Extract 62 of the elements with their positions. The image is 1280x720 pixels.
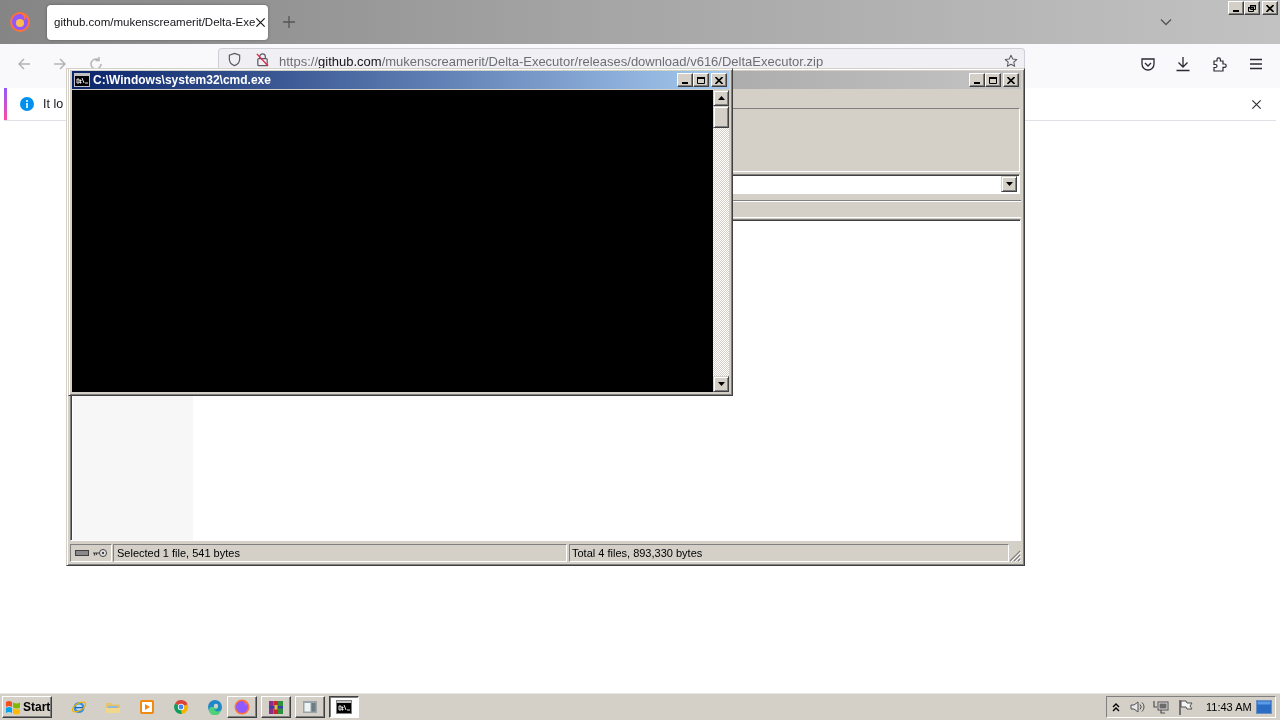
down-arrow-icon <box>717 382 725 386</box>
start-button[interactable]: Start <box>2 695 52 718</box>
window-title: C:\Windows\system32\cmd.exe <box>93 73 271 87</box>
shield-chevron-icon[interactable] <box>1140 56 1156 72</box>
restore-button[interactable] <box>1244 1 1260 15</box>
clock-text[interactable]: 11:43 AM <box>1206 700 1252 713</box>
maximize-icon <box>989 76 997 84</box>
maximize-button[interactable] <box>985 73 1001 87</box>
dropdown-button[interactable] <box>1001 176 1017 192</box>
double-chevron-up-icon[interactable] <box>1112 701 1120 712</box>
info-icon <box>20 97 34 111</box>
shield-icon[interactable] <box>227 52 242 67</box>
books-icon <box>268 698 284 715</box>
scroll-up-button[interactable] <box>713 90 729 106</box>
minimize-button[interactable] <box>969 73 985 87</box>
close-icon <box>715 76 723 84</box>
four-pane-flag-icon <box>5 698 21 715</box>
close-button[interactable] <box>1262 1 1278 15</box>
close-button[interactable] <box>1003 73 1019 87</box>
close-icon <box>1007 76 1015 84</box>
swirl-icon[interactable] <box>207 698 223 715</box>
app-logo-icon <box>9 11 31 33</box>
puzzle-icon[interactable] <box>1212 56 1228 72</box>
console-icon <box>336 698 352 715</box>
drive-icon <box>75 550 89 556</box>
path-field[interactable] <box>733 174 1020 194</box>
window-icon <box>302 698 318 715</box>
restore-icon <box>1248 4 1256 12</box>
caret-icon <box>1005 182 1013 186</box>
app-logo-icon <box>234 698 250 715</box>
status-text: Selected 1 file, 541 bytes <box>113 544 567 562</box>
flag-icon[interactable] <box>1178 698 1194 715</box>
menu-icon[interactable] <box>1248 56 1264 72</box>
console-icon <box>74 73 90 87</box>
chevron-down-icon[interactable] <box>1160 18 1172 26</box>
close-icon <box>1266 4 1274 12</box>
star-icon[interactable] <box>1004 54 1018 68</box>
notification-text: It lo <box>43 97 64 111</box>
close-button[interactable] <box>711 73 727 87</box>
address-field[interactable]: https://github.com/mukenscreamerit/Delta-Executor/releases/download/v616/DeltaExecutor.zip <box>218 48 1025 68</box>
show-desktop-icon[interactable] <box>1256 698 1272 715</box>
browser-tab[interactable]: github.com/mukenscreamerit/Delta-Exe <box>47 4 268 40</box>
key-icon <box>92 548 108 558</box>
maximize-icon <box>697 76 705 84</box>
taskbar-button[interactable] <box>329 695 359 718</box>
scrollbar[interactable] <box>713 90 729 392</box>
close-icon[interactable] <box>255 16 267 28</box>
minimize-button[interactable] <box>1228 1 1244 15</box>
resize-grip-icon[interactable] <box>1009 550 1021 562</box>
url-text[interactable]: https://github.com/mukenscreamerit/Delta-Executor/releases/download/v616/DeltaExecutor.zip <box>279 55 824 68</box>
up-arrow-icon <box>717 96 725 100</box>
download-icon[interactable] <box>1175 56 1191 72</box>
maximize-button[interactable] <box>693 73 709 87</box>
lock-slash-icon[interactable] <box>255 52 270 67</box>
scroll-thumb[interactable] <box>713 106 729 128</box>
scroll-down-button[interactable] <box>713 376 729 392</box>
segmented-circle-icon[interactable] <box>173 698 189 715</box>
status-text: Total 4 files, 893,330 bytes <box>569 544 1009 562</box>
speaker-icon[interactable] <box>1129 698 1145 715</box>
network-icon[interactable] <box>1153 698 1169 715</box>
close-icon[interactable] <box>1251 98 1262 110</box>
minimize-button[interactable] <box>677 73 693 87</box>
